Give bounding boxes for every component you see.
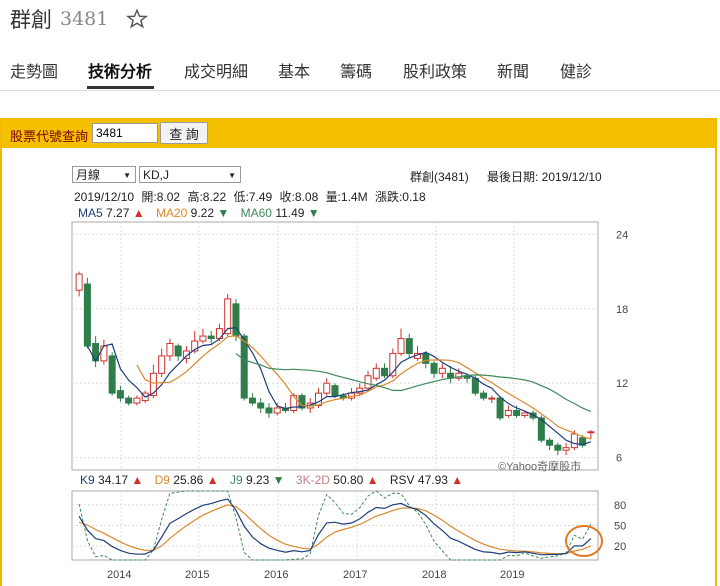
candle-body [422,352,430,364]
candle-body [199,335,207,342]
candle-body [125,397,133,404]
kd-tick-label: 50 [614,521,626,533]
candle-body [364,375,372,389]
candle-body [562,447,570,451]
candle-body [207,335,215,340]
candle-body [405,338,413,354]
watermark: ©Yahoo奇摩股市 [498,459,581,473]
price-plot-frame [71,221,599,471]
candle-body [83,283,91,347]
candle-body [554,444,562,451]
candle-body [372,367,380,379]
candle-body [488,397,496,400]
candle-body [323,382,331,394]
candle-body [133,397,141,404]
year-tick-label: 2018 [422,569,446,581]
candle-body [158,355,166,374]
kd-tick-label: 20 [614,541,626,553]
candle-body [504,409,512,416]
candle-body [587,431,595,434]
candle-body [471,377,479,394]
candle-body [100,345,108,362]
price-tick-label: 18 [616,304,628,316]
year-tick-label: 2014 [107,569,131,581]
price-tick-label: 24 [616,229,628,241]
kd-tick-label: 80 [614,500,626,512]
candle-body [570,433,578,449]
candle-body [174,345,182,357]
candle-body [116,390,124,399]
candle-body [480,392,488,399]
candle-body [240,335,248,399]
candle-body [381,367,389,377]
candle-body [290,395,298,411]
year-tick-label: 2017 [343,569,367,581]
price-tick-label: 6 [616,453,622,465]
candle-body [397,338,405,354]
candle-body [257,402,265,409]
candle-body [273,407,281,414]
candle-body [75,273,83,291]
candle-body [521,412,529,416]
candle-body [438,367,446,374]
candle-body [166,343,174,357]
candle-body [513,409,521,416]
candle-body [108,355,116,394]
candle-body [546,439,554,446]
candle-body [265,407,273,414]
kd-plot-frame [71,490,599,561]
year-tick-label: 2015 [185,569,209,581]
stock-chart[interactable]: 24 18 12 6 80 50 20 2014 2015 2016 2017 2018 2019 ©Ya… [0,0,720,584]
year-tick-label: 2016 [264,569,288,581]
candle-body [430,362,438,374]
candle-body [248,397,256,404]
year-tick-label: 2019 [500,569,524,581]
candle-body [496,397,504,419]
candle-body [331,385,339,397]
price-tick-label: 12 [616,378,628,390]
